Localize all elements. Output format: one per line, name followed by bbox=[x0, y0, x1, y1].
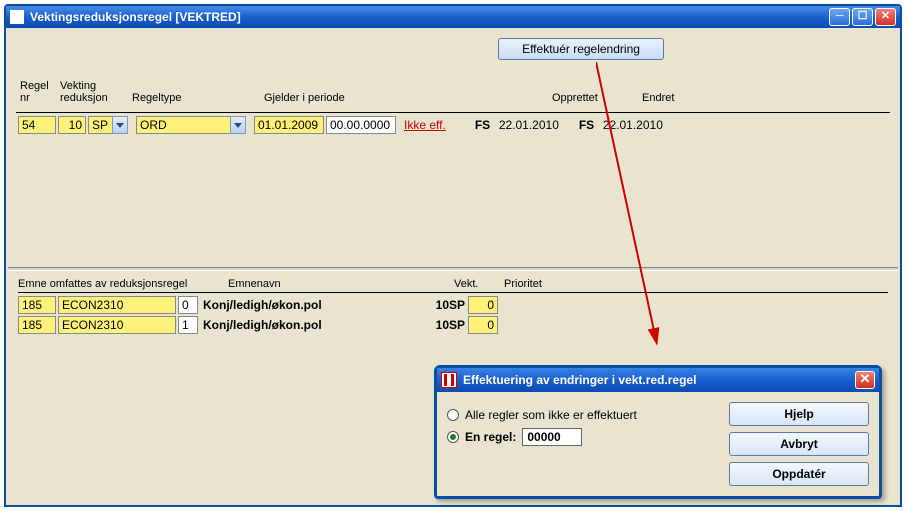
hdr-emnenavn: Emnenavn bbox=[228, 278, 454, 290]
table-row: 185 ECON2310 0 Konj/ledigh/økon.pol 10SP… bbox=[18, 296, 888, 314]
hdr-vekting-2: reduksjon bbox=[60, 92, 128, 104]
reduksjon-field[interactable]: 10 bbox=[58, 116, 86, 134]
dialog-title: Effektuering av endringer i vekt.red.reg… bbox=[463, 373, 696, 387]
prioritet[interactable]: 0 bbox=[468, 296, 498, 314]
one-rule-input[interactable]: 00000 bbox=[522, 428, 582, 446]
hdr-prioritet: Prioritet bbox=[504, 278, 542, 290]
chevron-down-icon[interactable] bbox=[230, 116, 246, 134]
regeltype-value: ORD bbox=[136, 116, 230, 134]
enhet-value: SP bbox=[88, 116, 112, 134]
vekt: 10SP bbox=[420, 317, 468, 333]
radio-one-rule[interactable]: En regel: 00000 bbox=[447, 428, 729, 446]
hdr-opprettet: Opprettet bbox=[462, 80, 582, 104]
hdr-regel-2: nr bbox=[20, 92, 56, 104]
vekt: 10SP bbox=[420, 297, 468, 313]
emne-b[interactable]: ECON2310 bbox=[58, 296, 176, 314]
minimize-button[interactable]: ─ bbox=[829, 8, 850, 26]
emne-a[interactable]: 185 bbox=[18, 296, 56, 314]
dialog-close-button[interactable]: ✕ bbox=[855, 371, 875, 389]
sub-headers: Emne omfattes av reduksjonsregel Emnenav… bbox=[18, 278, 888, 293]
prioritet[interactable]: 0 bbox=[468, 316, 498, 334]
hdr-vekt: Vekt. bbox=[454, 278, 504, 290]
endret-user: FS bbox=[576, 117, 600, 133]
opprettet-user: FS bbox=[472, 117, 496, 133]
cancel-button[interactable]: Avbryt bbox=[729, 432, 869, 456]
hdr-regeltype: Regeltype bbox=[130, 80, 262, 104]
hdr-emne-omfattes: Emne omfattes av reduksjonsregel bbox=[18, 278, 228, 290]
splitter[interactable] bbox=[8, 267, 898, 271]
ikke-eff-link[interactable]: Ikke eff. bbox=[404, 118, 446, 132]
close-button[interactable]: ✕ bbox=[875, 8, 896, 26]
radio-icon bbox=[447, 431, 459, 443]
dialog-titlebar[interactable]: Effektuering av endringer i vekt.red.reg… bbox=[437, 368, 879, 392]
emnenavn: Konj/ledigh/økon.pol bbox=[200, 297, 420, 313]
enhet-combo[interactable]: SP bbox=[88, 116, 128, 134]
radio-all-rules[interactable]: Alle regler som ikke er effektuert bbox=[447, 408, 729, 422]
hdr-regel-1: Regel bbox=[20, 80, 56, 92]
periode-til-field[interactable]: 00.00.0000 bbox=[326, 116, 396, 134]
update-button[interactable]: Oppdatér bbox=[729, 462, 869, 486]
content-area: Effektuér regelendring Regel nr Vekting … bbox=[6, 28, 900, 505]
dialog-icon bbox=[441, 372, 457, 388]
window-title: Vektingsreduksjonsregel [VEKTRED] bbox=[30, 10, 241, 24]
hdr-vekting-1: Vekting bbox=[60, 80, 128, 92]
maximize-button[interactable]: ☐ bbox=[852, 8, 873, 26]
hdr-endret: Endret bbox=[582, 80, 682, 104]
effectuate-dialog: Effektuering av endringer i vekt.red.reg… bbox=[434, 365, 882, 499]
column-headers: Regel nr Vekting reduksjon Regeltype Gje… bbox=[18, 80, 888, 104]
emne-a[interactable]: 185 bbox=[18, 316, 56, 334]
periode-fra-field[interactable]: 01.01.2009 bbox=[254, 116, 324, 134]
hdr-gjelder: Gjelder i periode bbox=[262, 80, 462, 104]
regeltype-combo[interactable]: ORD bbox=[136, 116, 246, 134]
sub-rows: 185 ECON2310 0 Konj/ledigh/økon.pol 10SP… bbox=[18, 296, 888, 336]
effectuate-button[interactable]: Effektuér regelendring bbox=[498, 38, 664, 60]
main-window: Vektingsreduksjonsregel [VEKTRED] ─ ☐ ✕ … bbox=[4, 4, 902, 507]
regel-nr-field[interactable]: 54 bbox=[18, 116, 56, 134]
radio-icon bbox=[447, 409, 459, 421]
table-row: 185 ECON2310 1 Konj/ledigh/økon.pol 10SP… bbox=[18, 316, 888, 334]
emne-b[interactable]: ECON2310 bbox=[58, 316, 176, 334]
endret-date: 22.01.2010 bbox=[600, 117, 666, 133]
radio-all-label: Alle regler som ikke er effektuert bbox=[465, 408, 637, 422]
rule-row: 54 10 SP ORD 01.01.2009 00.00.0000 Ikke … bbox=[18, 116, 888, 134]
app-icon bbox=[10, 10, 24, 24]
emne-c[interactable]: 1 bbox=[178, 316, 198, 334]
opprettet-date: 22.01.2010 bbox=[496, 117, 562, 133]
radio-one-label: En regel: bbox=[465, 430, 516, 444]
help-button[interactable]: Hjelp bbox=[729, 402, 869, 426]
emne-c[interactable]: 0 bbox=[178, 296, 198, 314]
chevron-down-icon[interactable] bbox=[112, 116, 128, 134]
emnenavn: Konj/ledigh/økon.pol bbox=[200, 317, 420, 333]
titlebar[interactable]: Vektingsreduksjonsregel [VEKTRED] ─ ☐ ✕ bbox=[6, 6, 900, 28]
